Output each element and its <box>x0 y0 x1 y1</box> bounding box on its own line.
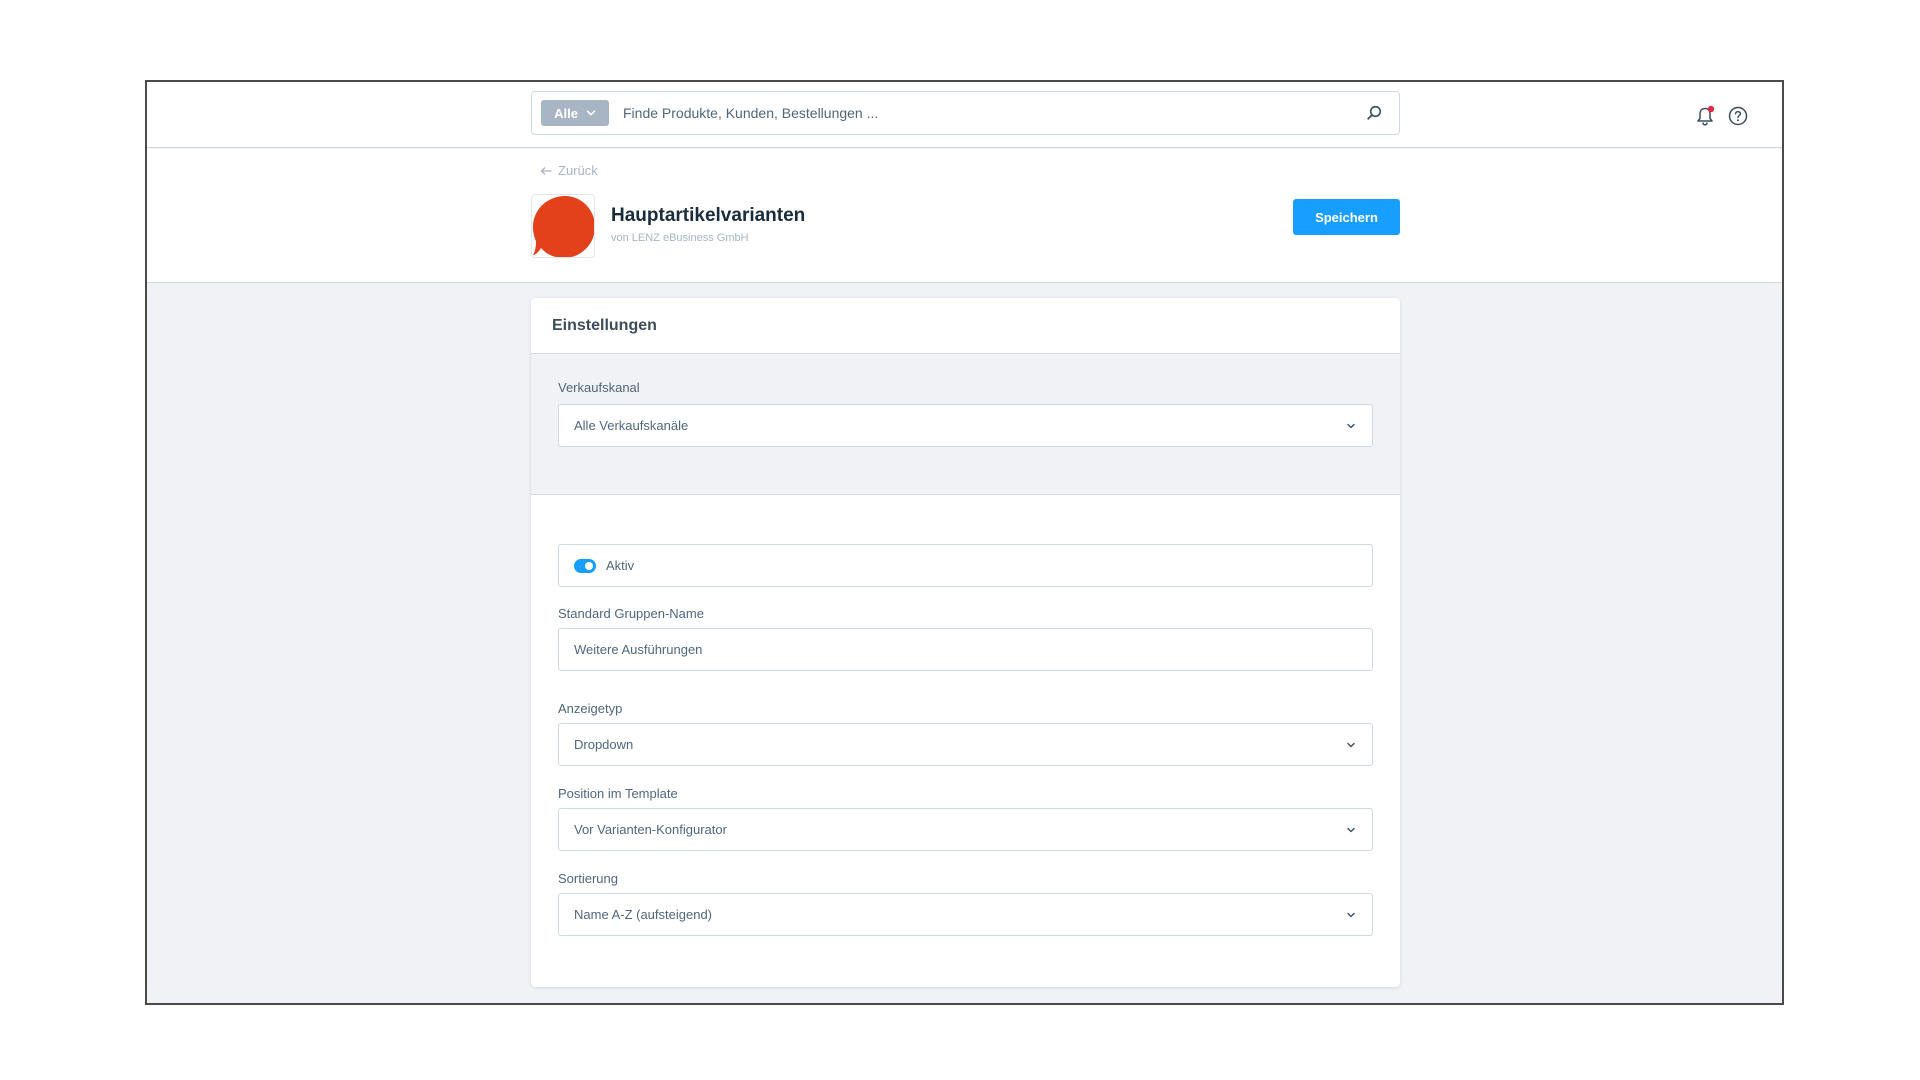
help-icon[interactable] <box>1727 105 1749 127</box>
global-search: Alle <box>531 91 1400 135</box>
app-window: Alle Zurück <box>145 80 1784 1005</box>
search-icon[interactable] <box>1365 104 1383 122</box>
chevron-down-icon <box>1347 423 1355 429</box>
card-title: Einstellungen <box>531 298 1400 354</box>
sorting-select[interactable]: Name A-Z (aufsteigend) <box>558 893 1373 936</box>
sales-channel-label: Verkaufskanal <box>558 380 640 395</box>
display-type-label: Anzeigetyp <box>558 701 623 716</box>
search-input[interactable] <box>623 105 1365 121</box>
template-position-select[interactable]: Vor Varianten-Konfigurator <box>558 808 1373 851</box>
page-header: Zurück Hauptartikelvarianten von LENZ eB… <box>147 149 1782 283</box>
active-toggle[interactable] <box>574 558 596 573</box>
notification-bell-icon[interactable] <box>1694 105 1716 127</box>
sales-channel-section: Verkaufskanal Alle Verkaufskanäle <box>531 354 1400 495</box>
notification-badge <box>1707 105 1715 113</box>
chevron-down-icon <box>1347 827 1355 833</box>
arrow-left-icon <box>540 166 552 175</box>
active-label: Aktiv <box>606 558 635 573</box>
search-scope-label: Alle <box>554 105 578 121</box>
top-bar: Alle <box>147 82 1782 148</box>
sales-channel-select[interactable]: Alle Verkaufskanäle <box>558 404 1373 447</box>
sorting-label: Sortierung <box>558 871 618 886</box>
chevron-down-icon <box>1347 742 1355 748</box>
settings-form: Aktiv Standard Gruppen-Name Anzeigetyp D… <box>531 495 1400 986</box>
save-button[interactable]: Speichern <box>1293 199 1400 235</box>
sorting-value: Name A-Z (aufsteigend) <box>574 907 713 922</box>
app-title: Hauptartikelvarianten <box>611 205 806 226</box>
template-position-value: Vor Varianten-Konfigurator <box>574 822 727 837</box>
back-link[interactable]: Zurück <box>540 163 598 178</box>
sales-channel-value: Alle Verkaufskanäle <box>574 418 689 433</box>
settings-card: Einstellungen Verkaufskanal Alle Verkauf… <box>531 298 1400 987</box>
display-type-select[interactable]: Dropdown <box>558 723 1373 766</box>
template-position-label: Position im Template <box>558 786 678 801</box>
back-label: Zurück <box>558 163 598 178</box>
chevron-down-icon <box>1347 912 1355 918</box>
speech-bubble-logo-icon <box>533 196 594 257</box>
group-name-input[interactable] <box>558 628 1373 671</box>
active-toggle-field: Aktiv <box>558 544 1373 587</box>
app-logo <box>531 194 595 258</box>
group-name-label: Standard Gruppen-Name <box>558 606 704 621</box>
display-type-value: Dropdown <box>574 737 634 752</box>
search-scope-dropdown[interactable]: Alle <box>541 100 609 126</box>
app-vendor: von LENZ eBusiness GmbH <box>611 232 749 244</box>
chevron-down-icon <box>586 110 596 116</box>
